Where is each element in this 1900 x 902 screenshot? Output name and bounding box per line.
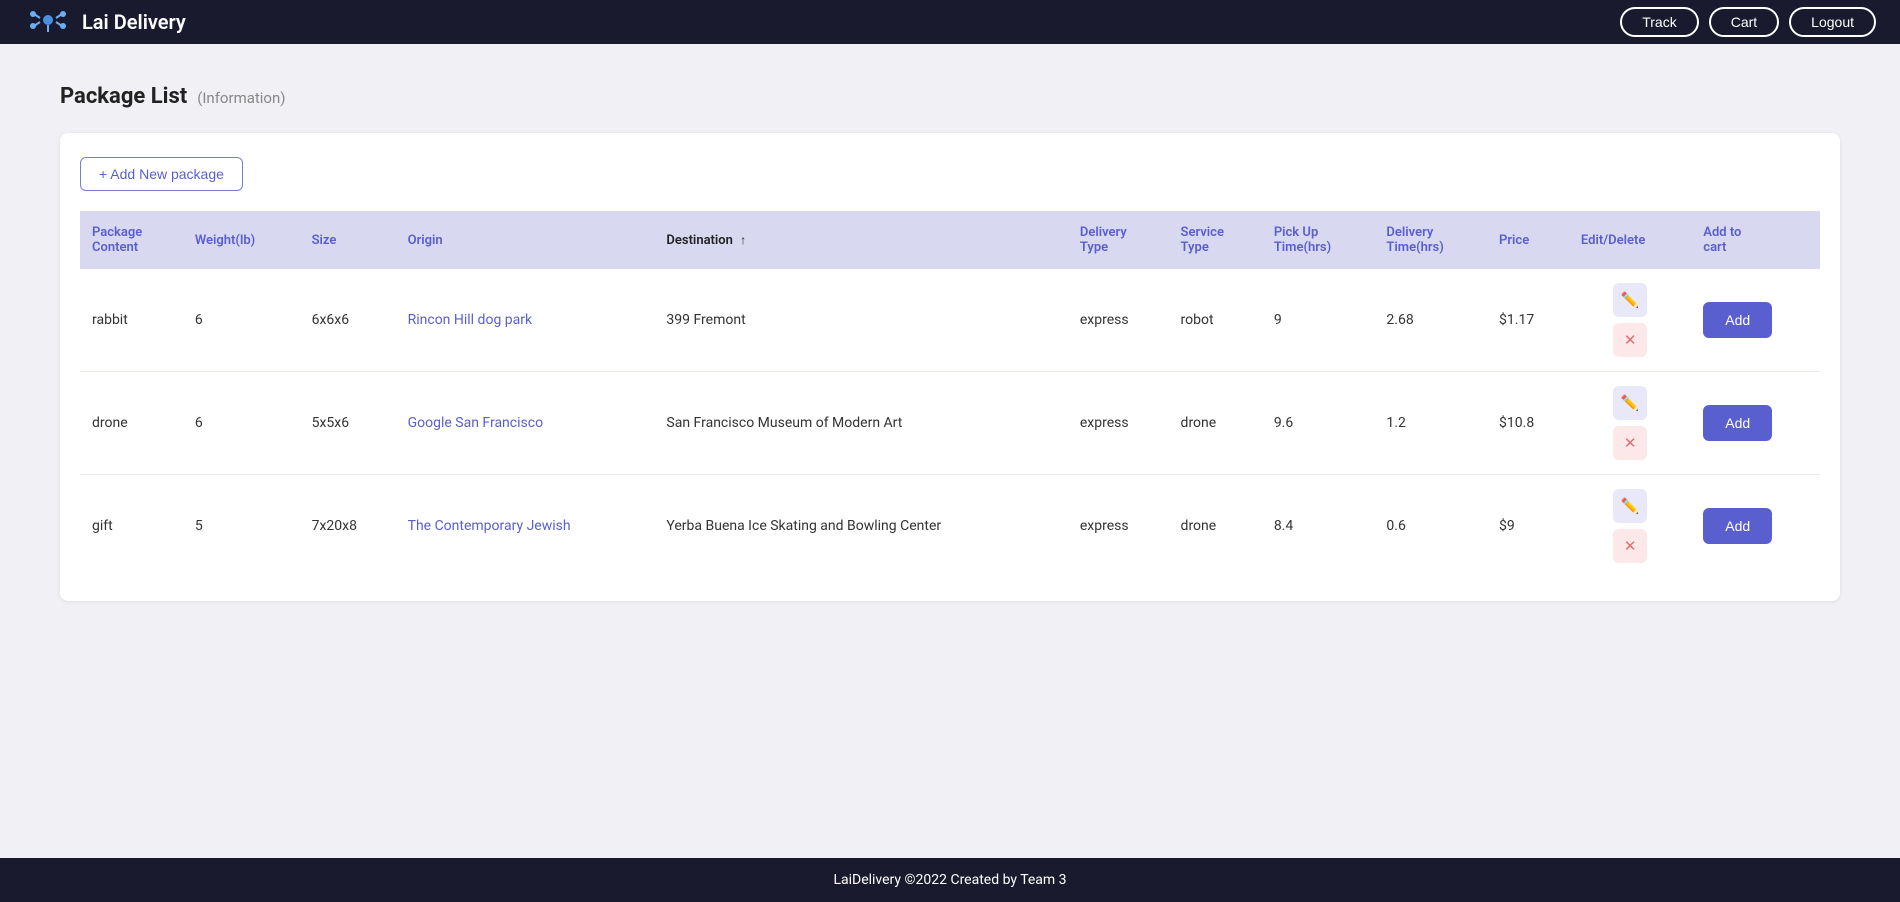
cart-button[interactable]: Cart — [1709, 7, 1779, 37]
cell-price: $9 — [1487, 475, 1569, 578]
col-header-price: Price — [1487, 211, 1569, 269]
origin-link[interactable]: Rincon Hill dog park — [408, 312, 532, 328]
origin-link[interactable]: Google San Francisco — [408, 415, 543, 431]
logo-icon — [24, 6, 72, 38]
edit-button[interactable]: ✏️ — [1613, 386, 1647, 420]
table-row: rabbit 6 6x6x6 Rincon Hill dog park 399 … — [80, 269, 1820, 372]
cell-add-to-cart: Add — [1691, 269, 1820, 372]
cell-destination: San Francisco Museum of Modern Art — [654, 372, 1067, 475]
cell-service-type: robot — [1169, 269, 1262, 372]
cell-origin: Google San Francisco — [396, 372, 655, 475]
page-subtitle: (Information) — [197, 89, 285, 107]
track-button[interactable]: Track — [1620, 7, 1698, 37]
footer: LaiDelivery ©2022 Created by Team 3 — [0, 858, 1900, 902]
cell-delivery-time: 1.2 — [1374, 372, 1487, 475]
cell-weight: 6 — [183, 269, 300, 372]
delete-button[interactable]: ✕ — [1613, 529, 1647, 563]
cell-delivery-type: express — [1068, 372, 1169, 475]
col-header-delivery-type: DeliveryType — [1068, 211, 1169, 269]
col-header-service-type: ServiceType — [1169, 211, 1262, 269]
edit-button[interactable]: ✏️ — [1613, 283, 1647, 317]
cell-origin: Rincon Hill dog park — [396, 269, 655, 372]
sort-up-icon: ↑ — [740, 233, 746, 247]
table-row: gift 5 7x20x8 The Contemporary Jewish Ye… — [80, 475, 1820, 578]
col-header-content: PackageContent — [80, 211, 183, 269]
main-content: Package List (Information) + Add New pac… — [0, 44, 1900, 858]
packages-table: PackageContent Weight(lb) Size Origin De… — [80, 211, 1820, 577]
add-new-package-button[interactable]: + Add New package — [80, 157, 243, 191]
cell-service-type: drone — [1169, 372, 1262, 475]
edit-button[interactable]: ✏️ — [1613, 489, 1647, 523]
cell-delivery-time: 2.68 — [1374, 269, 1487, 372]
cell-content: gift — [80, 475, 183, 578]
action-cell: ✏️ ✕ — [1581, 386, 1679, 460]
col-header-delivery-time: DeliveryTime(hrs) — [1374, 211, 1487, 269]
col-header-add-to-cart: Add tocart — [1691, 211, 1820, 269]
cell-price: $1.17 — [1487, 269, 1569, 372]
page-title: Package List — [60, 84, 187, 109]
nav-buttons: Track Cart Logout — [1620, 7, 1876, 37]
cell-edit-delete: ✏️ ✕ — [1569, 475, 1691, 578]
add-to-cart-button[interactable]: Add — [1703, 405, 1772, 441]
cell-origin: The Contemporary Jewish — [396, 475, 655, 578]
footer-text: LaiDelivery ©2022 Created by Team 3 — [833, 872, 1066, 888]
cell-delivery-type: express — [1068, 475, 1169, 578]
app-title: Lai Delivery — [82, 10, 186, 34]
cell-content: drone — [80, 372, 183, 475]
page-title-row: Package List (Information) — [60, 84, 1840, 109]
cell-size: 6x6x6 — [300, 269, 396, 372]
cell-pickup-time: 9.6 — [1262, 372, 1375, 475]
cell-size: 5x5x6 — [300, 372, 396, 475]
col-header-weight: Weight(lb) — [183, 211, 300, 269]
table-card: + Add New package PackageContent Weight(… — [60, 133, 1840, 601]
add-to-cart-button[interactable]: Add — [1703, 302, 1772, 338]
cell-destination: 399 Fremont — [654, 269, 1067, 372]
cell-delivery-type: express — [1068, 269, 1169, 372]
logout-button[interactable]: Logout — [1789, 7, 1876, 37]
cell-add-to-cart: Add — [1691, 475, 1820, 578]
table-row: drone 6 5x5x6 Google San Francisco San F… — [80, 372, 1820, 475]
cell-size: 7x20x8 — [300, 475, 396, 578]
cell-weight: 6 — [183, 372, 300, 475]
col-header-origin: Origin — [396, 211, 655, 269]
cell-pickup-time: 8.4 — [1262, 475, 1375, 578]
delete-button[interactable]: ✕ — [1613, 323, 1647, 357]
col-header-destination[interactable]: Destination ↑ — [654, 211, 1067, 269]
cell-pickup-time: 9 — [1262, 269, 1375, 372]
action-cell: ✏️ ✕ — [1581, 489, 1679, 563]
cell-destination: Yerba Buena Ice Skating and Bowling Cent… — [654, 475, 1067, 578]
cell-content: rabbit — [80, 269, 183, 372]
action-cell: ✏️ ✕ — [1581, 283, 1679, 357]
col-header-pickup-time: Pick UpTime(hrs) — [1262, 211, 1375, 269]
cell-edit-delete: ✏️ ✕ — [1569, 372, 1691, 475]
navbar: Lai Delivery Track Cart Logout — [0, 0, 1900, 44]
col-header-size: Size — [300, 211, 396, 269]
cell-price: $10.8 — [1487, 372, 1569, 475]
cell-weight: 5 — [183, 475, 300, 578]
origin-link[interactable]: The Contemporary Jewish — [408, 518, 571, 534]
table-header-row: PackageContent Weight(lb) Size Origin De… — [80, 211, 1820, 269]
delete-button[interactable]: ✕ — [1613, 426, 1647, 460]
add-to-cart-button[interactable]: Add — [1703, 508, 1772, 544]
cell-service-type: drone — [1169, 475, 1262, 578]
brand: Lai Delivery — [24, 6, 186, 38]
cell-add-to-cart: Add — [1691, 372, 1820, 475]
cell-edit-delete: ✏️ ✕ — [1569, 269, 1691, 372]
cell-delivery-time: 0.6 — [1374, 475, 1487, 578]
col-header-edit-delete: Edit/Delete — [1569, 211, 1691, 269]
